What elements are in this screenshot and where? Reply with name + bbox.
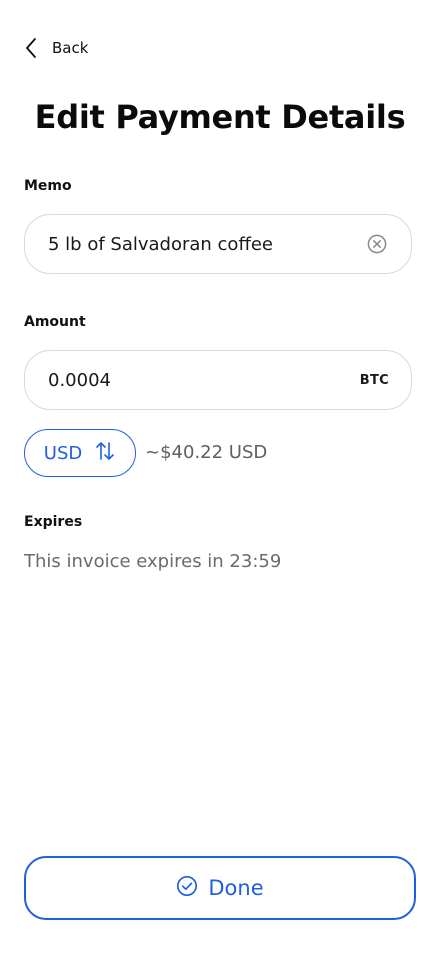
currency-label: USD [43, 442, 83, 464]
chevron-left-icon [24, 37, 38, 59]
expires-countdown: This invoice expires in 23:59 [24, 551, 282, 572]
back-button[interactable]: Back [24, 34, 88, 62]
amount-field[interactable]: BTC [24, 350, 412, 410]
memo-field[interactable] [24, 214, 412, 274]
clear-icon[interactable] [365, 232, 389, 256]
expires-label: Expires [24, 514, 83, 530]
converted-amount: ~$40.22 USD [145, 442, 268, 463]
amount-unit: BTC [359, 372, 389, 388]
currency-toggle-button[interactable]: USD [24, 429, 136, 477]
page-title: Edit Payment Details [34, 98, 406, 136]
back-label: Back [52, 39, 89, 57]
memo-label: Memo [24, 178, 72, 194]
amount-input[interactable] [48, 369, 360, 391]
memo-input[interactable] [48, 233, 365, 255]
done-label: Done [208, 876, 264, 900]
done-button[interactable]: Done [24, 856, 416, 920]
amount-label: Amount [24, 314, 86, 330]
swap-arrows-icon [94, 440, 116, 466]
check-circle-icon [176, 875, 198, 901]
